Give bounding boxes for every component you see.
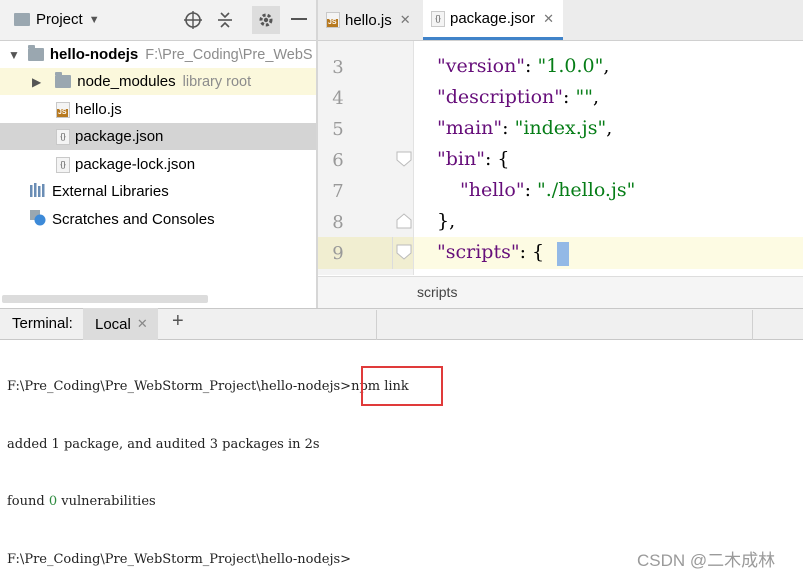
line-number: 4 — [332, 88, 344, 109]
indent-guide — [392, 237, 393, 269]
terminal-line: found 0 vulnerabilities — [7, 494, 156, 509]
terminal-line: added 1 package, and audited 3 packages … — [7, 437, 320, 452]
line-number: 5 — [332, 119, 344, 140]
brace-match-highlight — [557, 242, 569, 266]
json-file-icon: {} — [56, 128, 70, 145]
scratches-icon — [30, 210, 46, 229]
close-icon[interactable]: ✕ — [137, 316, 148, 332]
code-line[interactable]: "description": "", — [437, 86, 599, 108]
project-horizontal-scrollbar[interactable] — [2, 295, 208, 303]
command-highlight-box — [361, 366, 443, 406]
project-panel-title: Project — [36, 11, 83, 28]
folder-icon — [55, 72, 72, 88]
line-number: 6 — [332, 150, 344, 171]
divider — [752, 310, 753, 340]
line-number: 8 — [332, 212, 344, 233]
tree-item-external-libraries[interactable]: External Libraries — [0, 178, 316, 205]
json-file-icon: {} — [56, 156, 70, 173]
code-line[interactable]: "bin": { — [437, 148, 510, 170]
code-line[interactable]: "scripts": { — [437, 241, 544, 263]
tree-item-hello-js[interactable]: JS hello.js — [0, 96, 316, 123]
fold-end-icon[interactable] — [396, 213, 412, 229]
gutter-separator — [413, 41, 414, 275]
library-icon — [30, 183, 46, 200]
tree-item-scratches[interactable]: Scratches and Consoles — [0, 206, 316, 233]
minimize-icon[interactable] — [288, 9, 310, 31]
terminal-prompt: F:\Pre_Coding\Pre_WebStorm_Project\hello… — [7, 552, 352, 567]
breadcrumb-bar: scripts — [318, 276, 803, 309]
tree-item-label: Scratches and Consoles — [52, 211, 215, 228]
code-line[interactable]: "version": "1.0.0", — [437, 55, 609, 77]
project-panel-header: Project ▼ — [0, 0, 316, 41]
code-line[interactable]: "main": "index.js", — [437, 117, 612, 139]
tree-item-label: node_modules — [77, 73, 176, 90]
tree-item-package-json[interactable]: {} package.json — [0, 123, 316, 150]
close-icon[interactable]: ✕ — [543, 11, 554, 27]
tree-item-label: package-lock.json — [75, 156, 196, 173]
fold-collapse-icon[interactable] — [396, 244, 412, 260]
library-root-hint: library root — [182, 73, 252, 90]
line-number: 9 — [332, 243, 344, 264]
tab-label: package.jsor — [450, 10, 536, 27]
tree-item-node-modules[interactable]: ▶ node_modules library root — [0, 68, 316, 95]
tab-label: hello.js — [345, 11, 392, 29]
json-file-icon: {} — [431, 10, 445, 27]
project-tree: ▼ hello-nodejs F:\Pre_Coding\Pre_WebS ▶ … — [0, 41, 316, 307]
target-icon[interactable] — [182, 9, 204, 31]
terminal-label: Terminal: — [12, 315, 73, 332]
gear-icon[interactable] — [252, 6, 280, 34]
divider — [376, 310, 377, 340]
line-number: 3 — [332, 57, 344, 78]
add-terminal-button[interactable]: + — [172, 310, 184, 333]
tab-hello-js[interactable]: JS hello.js ✕ — [318, 0, 422, 40]
tree-item-label: External Libraries — [52, 183, 169, 200]
terminal-tab-local[interactable]: Local ✕ — [83, 308, 158, 340]
tree-item-package-lock-json[interactable]: {} package-lock.json — [0, 151, 316, 178]
breadcrumb[interactable]: scripts — [417, 284, 457, 300]
tree-item-label: hello-nodejs — [49, 46, 139, 63]
fold-collapse-icon[interactable] — [396, 151, 412, 167]
collapse-icon[interactable] — [214, 9, 236, 31]
code-line[interactable]: }, — [437, 210, 455, 232]
tree-item-label: package.json — [75, 128, 164, 145]
chevron-down-icon[interactable]: ▼ — [8, 48, 20, 62]
tree-item-hello-nodejs[interactable]: ▼ hello-nodejs F:\Pre_Coding\Pre_WebS — [0, 41, 316, 68]
terminal-command-line: F:\Pre_Coding\Pre_WebStorm_Project\hello… — [7, 379, 409, 394]
editor-tab-bar: JS hello.js ✕ {} package.jsor ✕ — [318, 0, 803, 41]
watermark: CSDN @二木成林 — [637, 551, 776, 570]
project-path-hint: F:\Pre_Coding\Pre_WebS — [145, 46, 313, 63]
chevron-right-icon[interactable]: ▶ — [32, 75, 41, 89]
project-folder-icon — [14, 13, 30, 26]
chevron-down-icon: ▼ — [88, 13, 100, 26]
line-number: 7 — [332, 181, 344, 202]
project-view-selector[interactable]: Project ▼ — [14, 11, 100, 28]
close-icon[interactable]: ✕ — [400, 12, 411, 28]
folder-icon — [27, 45, 44, 61]
tree-item-label: hello.js — [75, 101, 122, 118]
tab-package-json[interactable]: {} package.jsor ✕ — [423, 0, 563, 40]
js-file-icon: JS — [56, 101, 70, 118]
js-file-icon: JS — [326, 12, 340, 28]
tab-label: Local — [95, 315, 131, 333]
code-line[interactable]: "hello": "./hello.js" — [460, 179, 635, 201]
